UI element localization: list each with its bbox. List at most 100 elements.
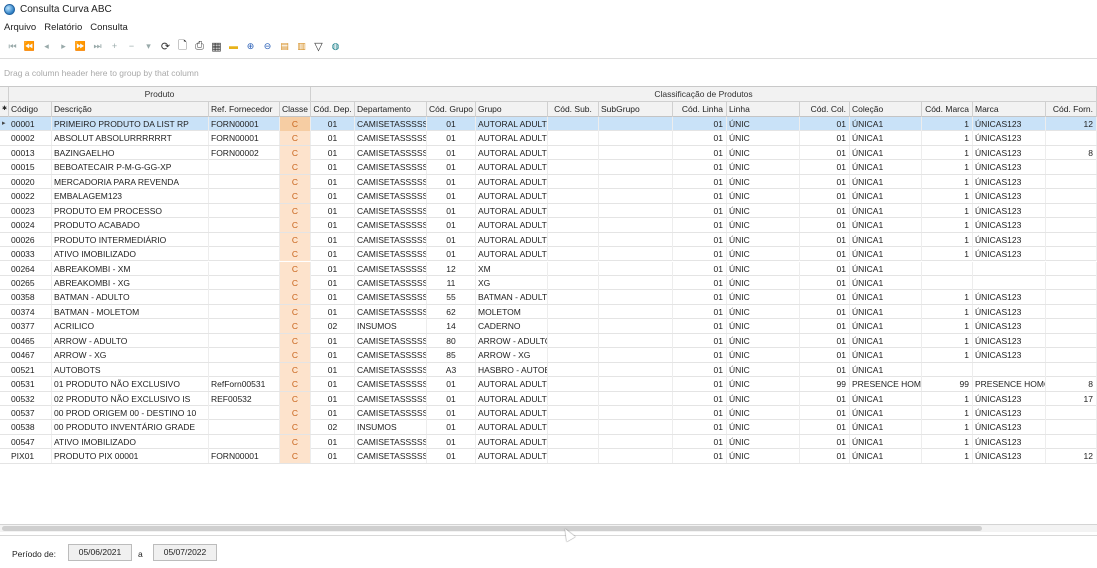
cell-colecao[interactable]: ÚNICA1 (850, 391, 922, 406)
cell-cod-dep[interactable]: 01 (311, 247, 355, 262)
cell-cod-col[interactable]: 01 (800, 174, 850, 189)
cell-classe[interactable]: C (280, 160, 311, 175)
cell-cod-dep[interactable]: 01 (311, 449, 355, 464)
table-row[interactable]: 00532 02 PRODUTO NÃO EXCLUSIVO IS REF00532… (0, 391, 1097, 406)
cell-subgrupo[interactable] (599, 348, 673, 363)
cell-marca[interactable]: ÚNICAS123 (973, 420, 1046, 435)
menu-relatorio[interactable]: Relatório (44, 22, 82, 33)
cell-cod-forn[interactable]: 12 (1046, 117, 1097, 131)
cell-departamento[interactable]: CAMISETASSSSSS (355, 261, 427, 276)
cell-linha[interactable]: ÚNIC (727, 434, 800, 449)
column-header-ref[interactable]: Ref. Fornecedor (209, 102, 280, 117)
cell-colecao[interactable]: ÚNICA1 (850, 131, 922, 146)
cell-subgrupo[interactable] (599, 333, 673, 348)
first-record-icon[interactable]: ⏮ (4, 38, 21, 54)
cell-descricao[interactable]: AUTOBOTS (52, 362, 209, 377)
cell-cod-grupo[interactable]: 01 (427, 145, 476, 160)
cell-cod-linha[interactable]: 01 (673, 304, 727, 319)
layout-icon[interactable]: ▤ (276, 38, 293, 54)
cell-subgrupo[interactable] (599, 290, 673, 305)
cell-cod-col[interactable]: 01 (800, 406, 850, 420)
cell-cod-forn[interactable] (1046, 362, 1097, 377)
cell-cod-marca[interactable] (922, 362, 973, 377)
cell-codigo[interactable]: 00020 (9, 174, 52, 189)
table-row[interactable]: 00022 EMBALAGEM123 C 01 CAMISETASSSSSS 01 AUTO… (0, 189, 1097, 204)
cell-ref[interactable] (209, 420, 280, 435)
cell-cod-forn[interactable] (1046, 174, 1097, 189)
delete-record-icon[interactable]: − (123, 38, 140, 54)
cell-cod-marca[interactable]: 1 (922, 218, 973, 233)
cell-cod-sub[interactable] (548, 420, 599, 435)
cell-cod-sub[interactable] (548, 434, 599, 449)
cell-cod-forn[interactable] (1046, 290, 1097, 305)
table-row[interactable]: 00377 ACRILICO C 02 INSUMOS 14 CADERNO 01 ÚNIC 01… (0, 319, 1097, 334)
cell-cod-marca[interactable]: 1 (922, 304, 973, 319)
cell-marca[interactable]: ÚNICAS123 (973, 290, 1046, 305)
cell-subgrupo[interactable] (599, 377, 673, 392)
cell-cod-dep[interactable]: 01 (311, 232, 355, 247)
cell-departamento[interactable]: CAMISETASSSSSS (355, 275, 427, 290)
cell-cod-sub[interactable] (548, 232, 599, 247)
column-header-grupo[interactable]: Grupo (476, 102, 548, 117)
cell-cod-col[interactable]: 01 (800, 449, 850, 464)
cell-codigo[interactable]: 00013 (9, 145, 52, 160)
cell-descricao[interactable]: PRODUTO INTERMEDIÁRIO (52, 232, 209, 247)
cell-cod-linha[interactable]: 01 (673, 319, 727, 334)
cell-cod-linha[interactable]: 01 (673, 362, 727, 377)
cell-grupo[interactable]: CADERNO (476, 319, 548, 334)
cell-codigo[interactable]: 00521 (9, 362, 52, 377)
cell-ref[interactable] (209, 160, 280, 175)
cell-marca[interactable]: ÚNICAS123 (973, 304, 1046, 319)
cell-subgrupo[interactable] (599, 319, 673, 334)
cell-cod-grupo[interactable]: 01 (427, 189, 476, 204)
cell-cod-col[interactable]: 01 (800, 189, 850, 204)
cell-cod-col[interactable]: 01 (800, 275, 850, 290)
cell-descricao[interactable]: ATIVO IMOBILIZADO (52, 434, 209, 449)
cell-cod-sub[interactable] (548, 319, 599, 334)
table-row[interactable]: 00465 ARROW - ADULTO C 01 CAMISETASSSSSS 80 AR… (0, 333, 1097, 349)
cell-cod-forn[interactable] (1046, 247, 1097, 262)
cell-cod-grupo[interactable]: 01 (427, 174, 476, 189)
cell-cod-grupo[interactable]: 01 (427, 434, 476, 449)
table-row[interactable]: 00537 00 PROD ORIGEM 00 - DESTINO 10 C 01 CA… (0, 406, 1097, 421)
cell-cod-marca[interactable]: 1 (922, 189, 973, 204)
cell-cod-col[interactable]: 01 (800, 261, 850, 276)
cell-subgrupo[interactable] (599, 189, 673, 204)
cell-colecao[interactable]: ÚNICA1 (850, 261, 922, 276)
cell-classe[interactable]: C (280, 189, 311, 204)
cell-codigo[interactable]: 00547 (9, 434, 52, 449)
cell-cod-col[interactable]: 01 (800, 290, 850, 305)
cell-cod-linha[interactable]: 01 (673, 189, 727, 204)
cell-descricao[interactable]: 02 PRODUTO NÃO EXCLUSIVO IS (52, 391, 209, 406)
cell-grupo[interactable]: AUTORAL ADULTO (476, 145, 548, 160)
table-row[interactable]: 00033 ATIVO IMOBILIZADO C 01 CAMISETASSSSSS 0… (0, 247, 1097, 262)
cell-cod-grupo[interactable]: 80 (427, 333, 476, 348)
cell-cod-marca[interactable]: 99 (922, 377, 973, 392)
table-row[interactable]: 00538 00 PRODUTO INVENTÁRIO GRADE C 02 INSUM… (0, 420, 1097, 435)
cell-cod-sub[interactable] (548, 449, 599, 464)
cell-cod-marca[interactable]: 1 (922, 406, 973, 420)
cell-cod-linha[interactable]: 01 (673, 377, 727, 392)
cell-cod-sub[interactable] (548, 189, 599, 204)
dropdown-icon[interactable]: ▾ (140, 38, 157, 54)
cell-cod-sub[interactable] (548, 275, 599, 290)
cell-cod-linha[interactable]: 01 (673, 406, 727, 420)
cell-grupo[interactable]: AUTORAL ADULTO (476, 449, 548, 464)
cell-subgrupo[interactable] (599, 420, 673, 435)
cell-cod-forn[interactable] (1046, 189, 1097, 204)
horizontal-scrollbar-thumb[interactable] (2, 526, 982, 531)
cell-descricao[interactable]: PRODUTO EM PROCESSO (52, 203, 209, 218)
cell-codigo[interactable]: 00377 (9, 319, 52, 334)
cell-cod-dep[interactable]: 01 (311, 160, 355, 175)
cell-departamento[interactable]: CAMISETASSSSSS (355, 377, 427, 392)
cell-cod-linha[interactable]: 01 (673, 131, 727, 146)
cell-cod-sub[interactable] (548, 218, 599, 233)
cell-codigo[interactable]: 00538 (9, 420, 52, 435)
cell-cod-col[interactable]: 01 (800, 333, 850, 348)
table-row[interactable]: 00023 PRODUTO EM PROCESSO C 01 CAMISETASSSSS… (0, 203, 1097, 219)
cell-cod-marca[interactable] (922, 275, 973, 290)
cell-subgrupo[interactable] (599, 117, 673, 131)
cell-cod-col[interactable]: 01 (800, 434, 850, 449)
cell-descricao[interactable]: PRIMEIRO PRODUTO DA LIST RP (52, 117, 209, 131)
cell-subgrupo[interactable] (599, 203, 673, 218)
